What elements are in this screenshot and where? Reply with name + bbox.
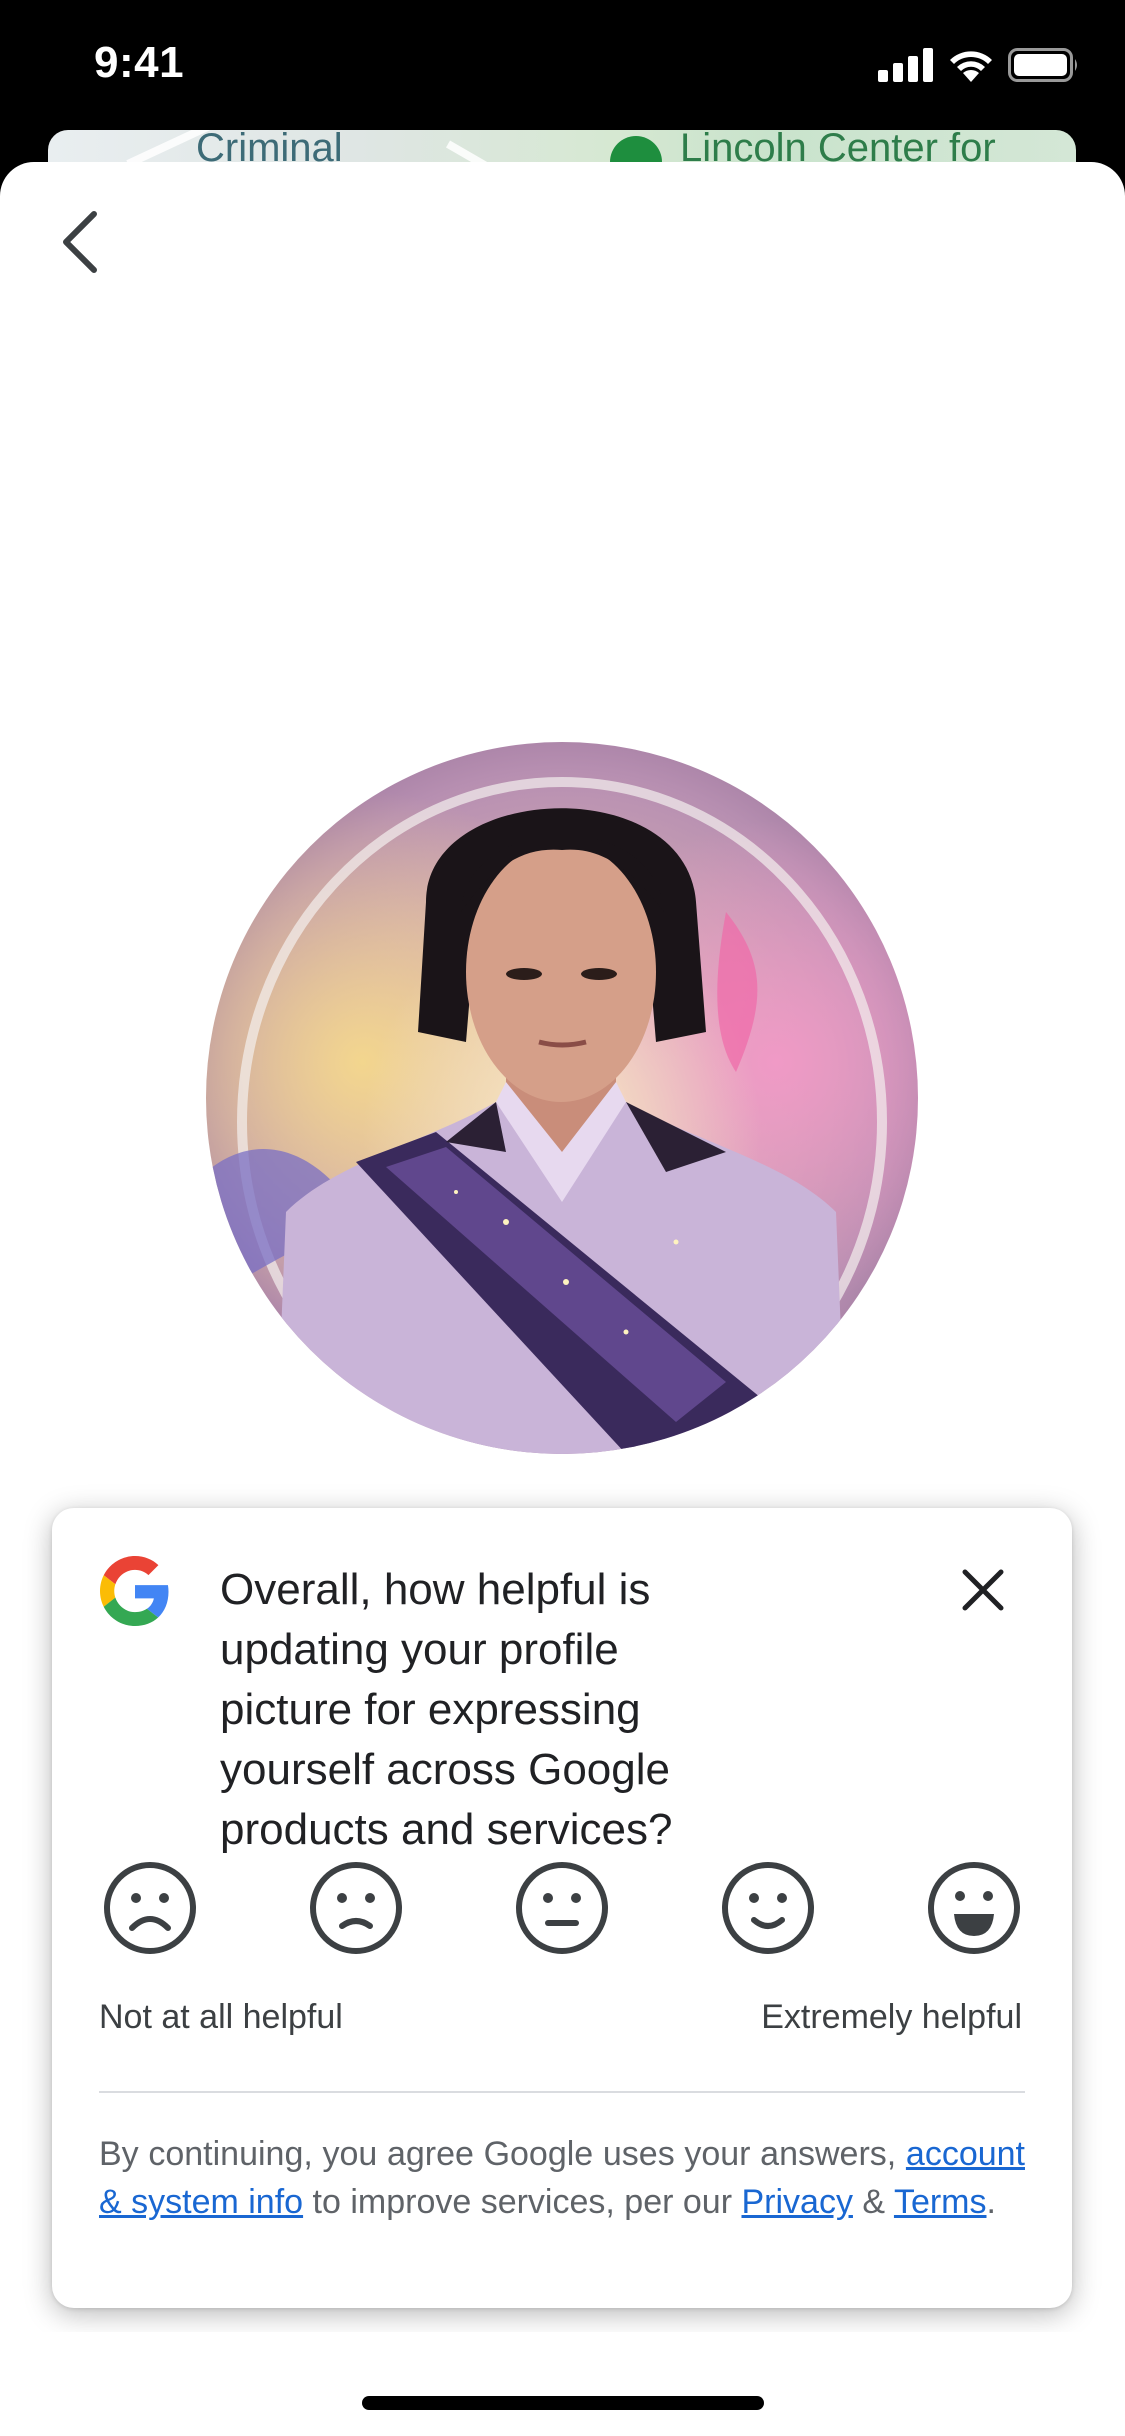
divider	[99, 2091, 1025, 2093]
very-sad-face-icon[interactable]	[102, 1860, 198, 1956]
disclaimer-middle: to improve services, per our	[312, 2183, 733, 2221]
back-button[interactable]	[46, 202, 116, 282]
disclaimer-ampersand: &	[862, 2183, 886, 2221]
feedback-survey-card: Overall, how helpful is updating your pr…	[52, 1508, 1072, 2308]
close-button[interactable]	[957, 1564, 1009, 1616]
bottom-safe-area	[0, 2332, 1125, 2436]
chevron-left-icon	[63, 211, 97, 273]
close-icon	[962, 1569, 1004, 1611]
rating-faces	[102, 1860, 1022, 1956]
profile-avatar	[206, 742, 918, 1454]
big-smile-face-icon[interactable]	[926, 1860, 1022, 1956]
disclaimer-suffix: .	[986, 2183, 996, 2221]
consent-disclaimer: By continuing, you agree Google uses you…	[99, 2130, 1025, 2226]
terms-link[interactable]: Terms	[894, 2183, 987, 2221]
neutral-face-icon[interactable]	[514, 1860, 610, 1956]
cellular-signal-icon	[878, 48, 933, 82]
status-bar: 9:41	[0, 0, 1125, 140]
google-logo-icon	[100, 1556, 169, 1626]
avatar-portrait-image	[206, 777, 887, 1454]
disclaimer-prefix: By continuing, you agree Google uses you…	[99, 2135, 897, 2173]
battery-icon	[1008, 48, 1077, 82]
wifi-icon	[950, 51, 992, 82]
smile-face-icon[interactable]	[720, 1860, 816, 1956]
sad-face-icon[interactable]	[308, 1860, 404, 1956]
privacy-link[interactable]: Privacy	[741, 2183, 852, 2221]
scale-high-label: Extremely helpful	[761, 1998, 1022, 2036]
scale-low-label: Not at all helpful	[99, 1998, 343, 2036]
home-indicator[interactable]	[362, 2396, 764, 2410]
status-time: 9:41	[94, 38, 185, 87]
survey-question: Overall, how helpful is updating your pr…	[220, 1565, 673, 1854]
status-icons	[878, 48, 1080, 82]
